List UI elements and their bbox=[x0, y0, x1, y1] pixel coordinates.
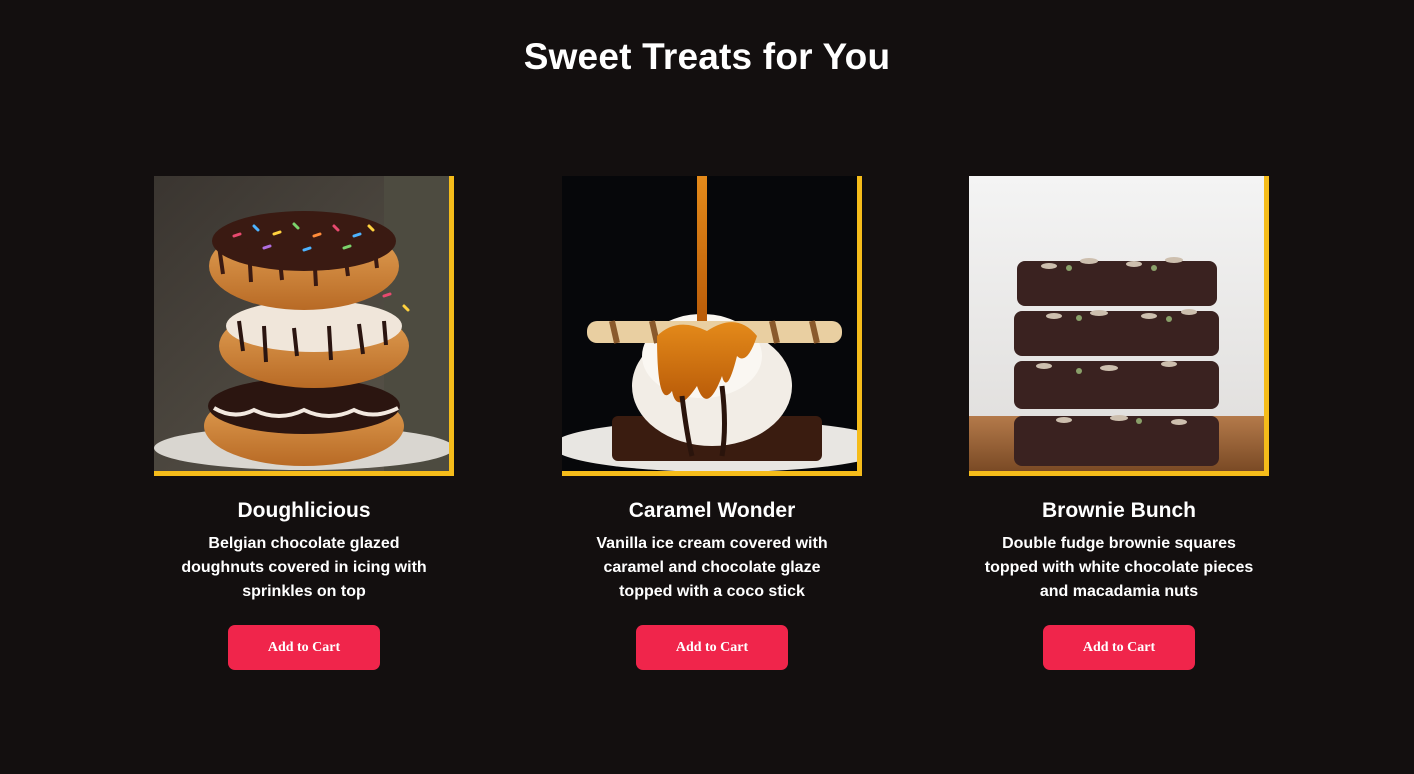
product-image-ice-cream bbox=[562, 176, 862, 476]
product-description: Double fudge brownie squares topped with… bbox=[984, 535, 1254, 600]
page: Sweet Treats for You Doughlicious Belgia… bbox=[0, 0, 1414, 774]
add-to-cart-button[interactable]: Add to Cart bbox=[228, 625, 380, 670]
product-description: Vanilla ice cream covered with caramel a… bbox=[596, 535, 828, 600]
page-title: Sweet Treats for You bbox=[523, 36, 891, 77]
product-card-brownie-bunch: Brownie Bunch Double fudge brownie squar… bbox=[969, 176, 1269, 670]
product-card-doughlicious: Doughlicious Belgian chocolate glazed do… bbox=[154, 176, 454, 670]
add-to-cart-button[interactable]: Add to Cart bbox=[636, 625, 788, 670]
product-name: Caramel Wonder bbox=[628, 499, 796, 522]
add-to-cart-button[interactable]: Add to Cart bbox=[1043, 625, 1195, 670]
product-description: Belgian chocolate glazed doughnuts cover… bbox=[181, 535, 427, 600]
product-card-caramel-wonder: Caramel Wonder Vanilla ice cream covered… bbox=[562, 176, 862, 670]
product-name: Brownie Bunch bbox=[1041, 499, 1196, 522]
product-image-doughnuts bbox=[154, 176, 454, 476]
product-image-brownies bbox=[969, 176, 1269, 476]
product-name: Doughlicious bbox=[237, 499, 371, 522]
